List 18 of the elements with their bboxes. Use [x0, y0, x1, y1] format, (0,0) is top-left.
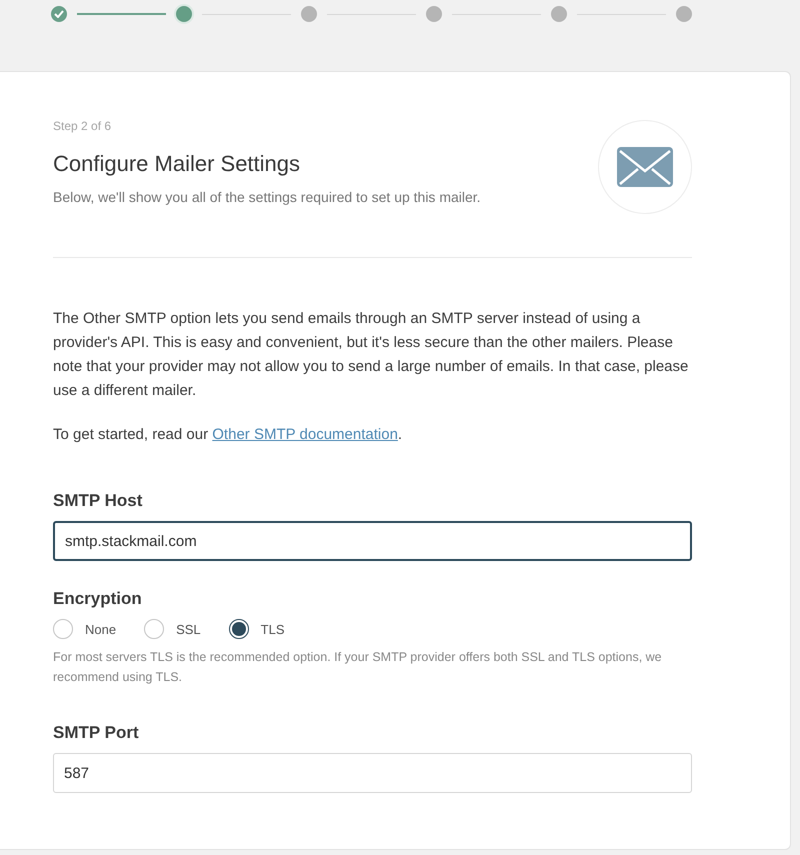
radio-button[interactable]: [228, 619, 249, 639]
radio-label: None: [85, 622, 116, 636]
check-icon: [54, 10, 64, 18]
getting-started-text: To get started, read our Other SMTP documentation.: [53, 425, 404, 445]
smtp-host-field[interactable]: smtp.stackmail.com: [53, 521, 692, 561]
help-text: For most servers TLS is the recommended option. If your SMTP provider offers both SSL and TLS options, we recommend using TLS.: [53, 649, 663, 686]
field-label: SMTP Port: [53, 723, 140, 743]
radio-label: TLS: [260, 622, 284, 636]
radio-label: SSL: [176, 622, 201, 636]
envelope-icon: [617, 147, 673, 187]
subtitle: Below, we'll show you all of the settings required to set up this mailer.: [53, 189, 481, 205]
smtp-port-field[interactable]: 587: [53, 753, 692, 793]
step-label: Step 2 of 6: [53, 119, 112, 133]
documentation-link[interactable]: Other SMTP documentation: [212, 426, 398, 443]
field-label: Encryption: [53, 589, 143, 609]
description-text: The Other SMTP option lets you send emails through an SMTP server instead of using a provider's API. This is easy and convenient, but it's less secure than the other mailers. Please note that your provider may not allow you to send a large number of emails. In that case, please use a different mailer.: [53, 309, 690, 401]
page-title: Configure Mailer Settings: [53, 151, 302, 177]
field-label: SMTP Host: [53, 491, 144, 511]
